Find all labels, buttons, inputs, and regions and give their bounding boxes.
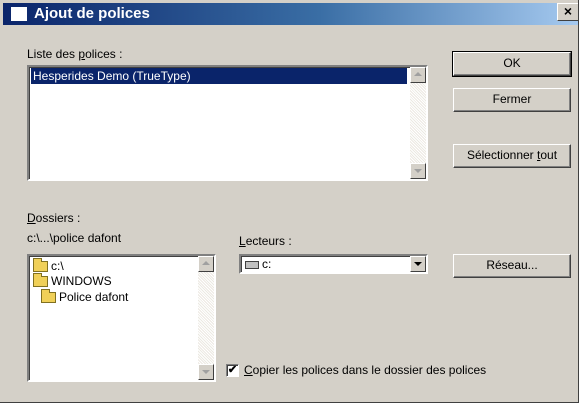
network-button[interactable]: Réseau... bbox=[453, 254, 571, 278]
scroll-down-button[interactable] bbox=[410, 163, 426, 179]
tree-item-windows[interactable]: WINDOWS bbox=[33, 273, 112, 289]
select-all-button[interactable]: Sélectionner tout bbox=[453, 144, 571, 168]
drives-select[interactable]: c: bbox=[239, 254, 428, 274]
folders-scrollbar[interactable] bbox=[198, 256, 214, 380]
fonts-listbox[interactable]: Hesperides Demo (TrueType) bbox=[27, 65, 428, 181]
folder-open-icon bbox=[33, 258, 48, 273]
scroll-up-button[interactable] bbox=[410, 67, 426, 83]
chevron-down-icon bbox=[414, 262, 422, 266]
drive-value: c: bbox=[245, 257, 271, 271]
folders-label: Dossiers : bbox=[27, 211, 81, 225]
arrow-down-icon bbox=[202, 370, 210, 374]
arrow-down-icon bbox=[414, 169, 422, 173]
fonts-list-label: Liste des polices : bbox=[27, 47, 123, 61]
list-item[interactable]: Hesperides Demo (TrueType) bbox=[31, 68, 407, 84]
add-fonts-dialog: Ajout de polices × Liste des polices : H… bbox=[0, 0, 579, 403]
ok-button[interactable]: OK bbox=[452, 51, 572, 77]
copy-fonts-label[interactable]: Copier les polices dans le dossier des p… bbox=[244, 363, 486, 377]
scroll-down-button[interactable] bbox=[198, 364, 214, 380]
drives-label: Lecteurs : bbox=[239, 234, 292, 248]
drives-dropdown-button[interactable] bbox=[410, 256, 426, 272]
folders-tree[interactable]: c:\ WINDOWS Police dafont bbox=[27, 254, 216, 382]
window-title: Ajout de polices bbox=[34, 5, 150, 22]
fonts-scrollbar[interactable] bbox=[410, 67, 426, 179]
copy-fonts-checkbox[interactable]: ✔ bbox=[226, 364, 239, 377]
arrow-up-icon bbox=[202, 261, 210, 265]
folder-open-icon bbox=[33, 273, 48, 288]
scroll-up-button[interactable] bbox=[198, 256, 214, 272]
arrow-up-icon bbox=[414, 72, 422, 76]
current-path: c:\...\police dafont bbox=[27, 231, 122, 245]
window-icon bbox=[11, 7, 27, 21]
close-button[interactable]: × bbox=[557, 3, 578, 21]
hard-drive-icon bbox=[245, 260, 259, 269]
folder-open-icon bbox=[41, 289, 56, 304]
title-bar[interactable]: Ajout de polices bbox=[3, 3, 578, 25]
tree-item-root[interactable]: c:\ bbox=[33, 258, 64, 274]
close-dialog-button[interactable]: Fermer bbox=[453, 88, 571, 112]
tree-item-police-dafont[interactable]: Police dafont bbox=[41, 289, 128, 305]
